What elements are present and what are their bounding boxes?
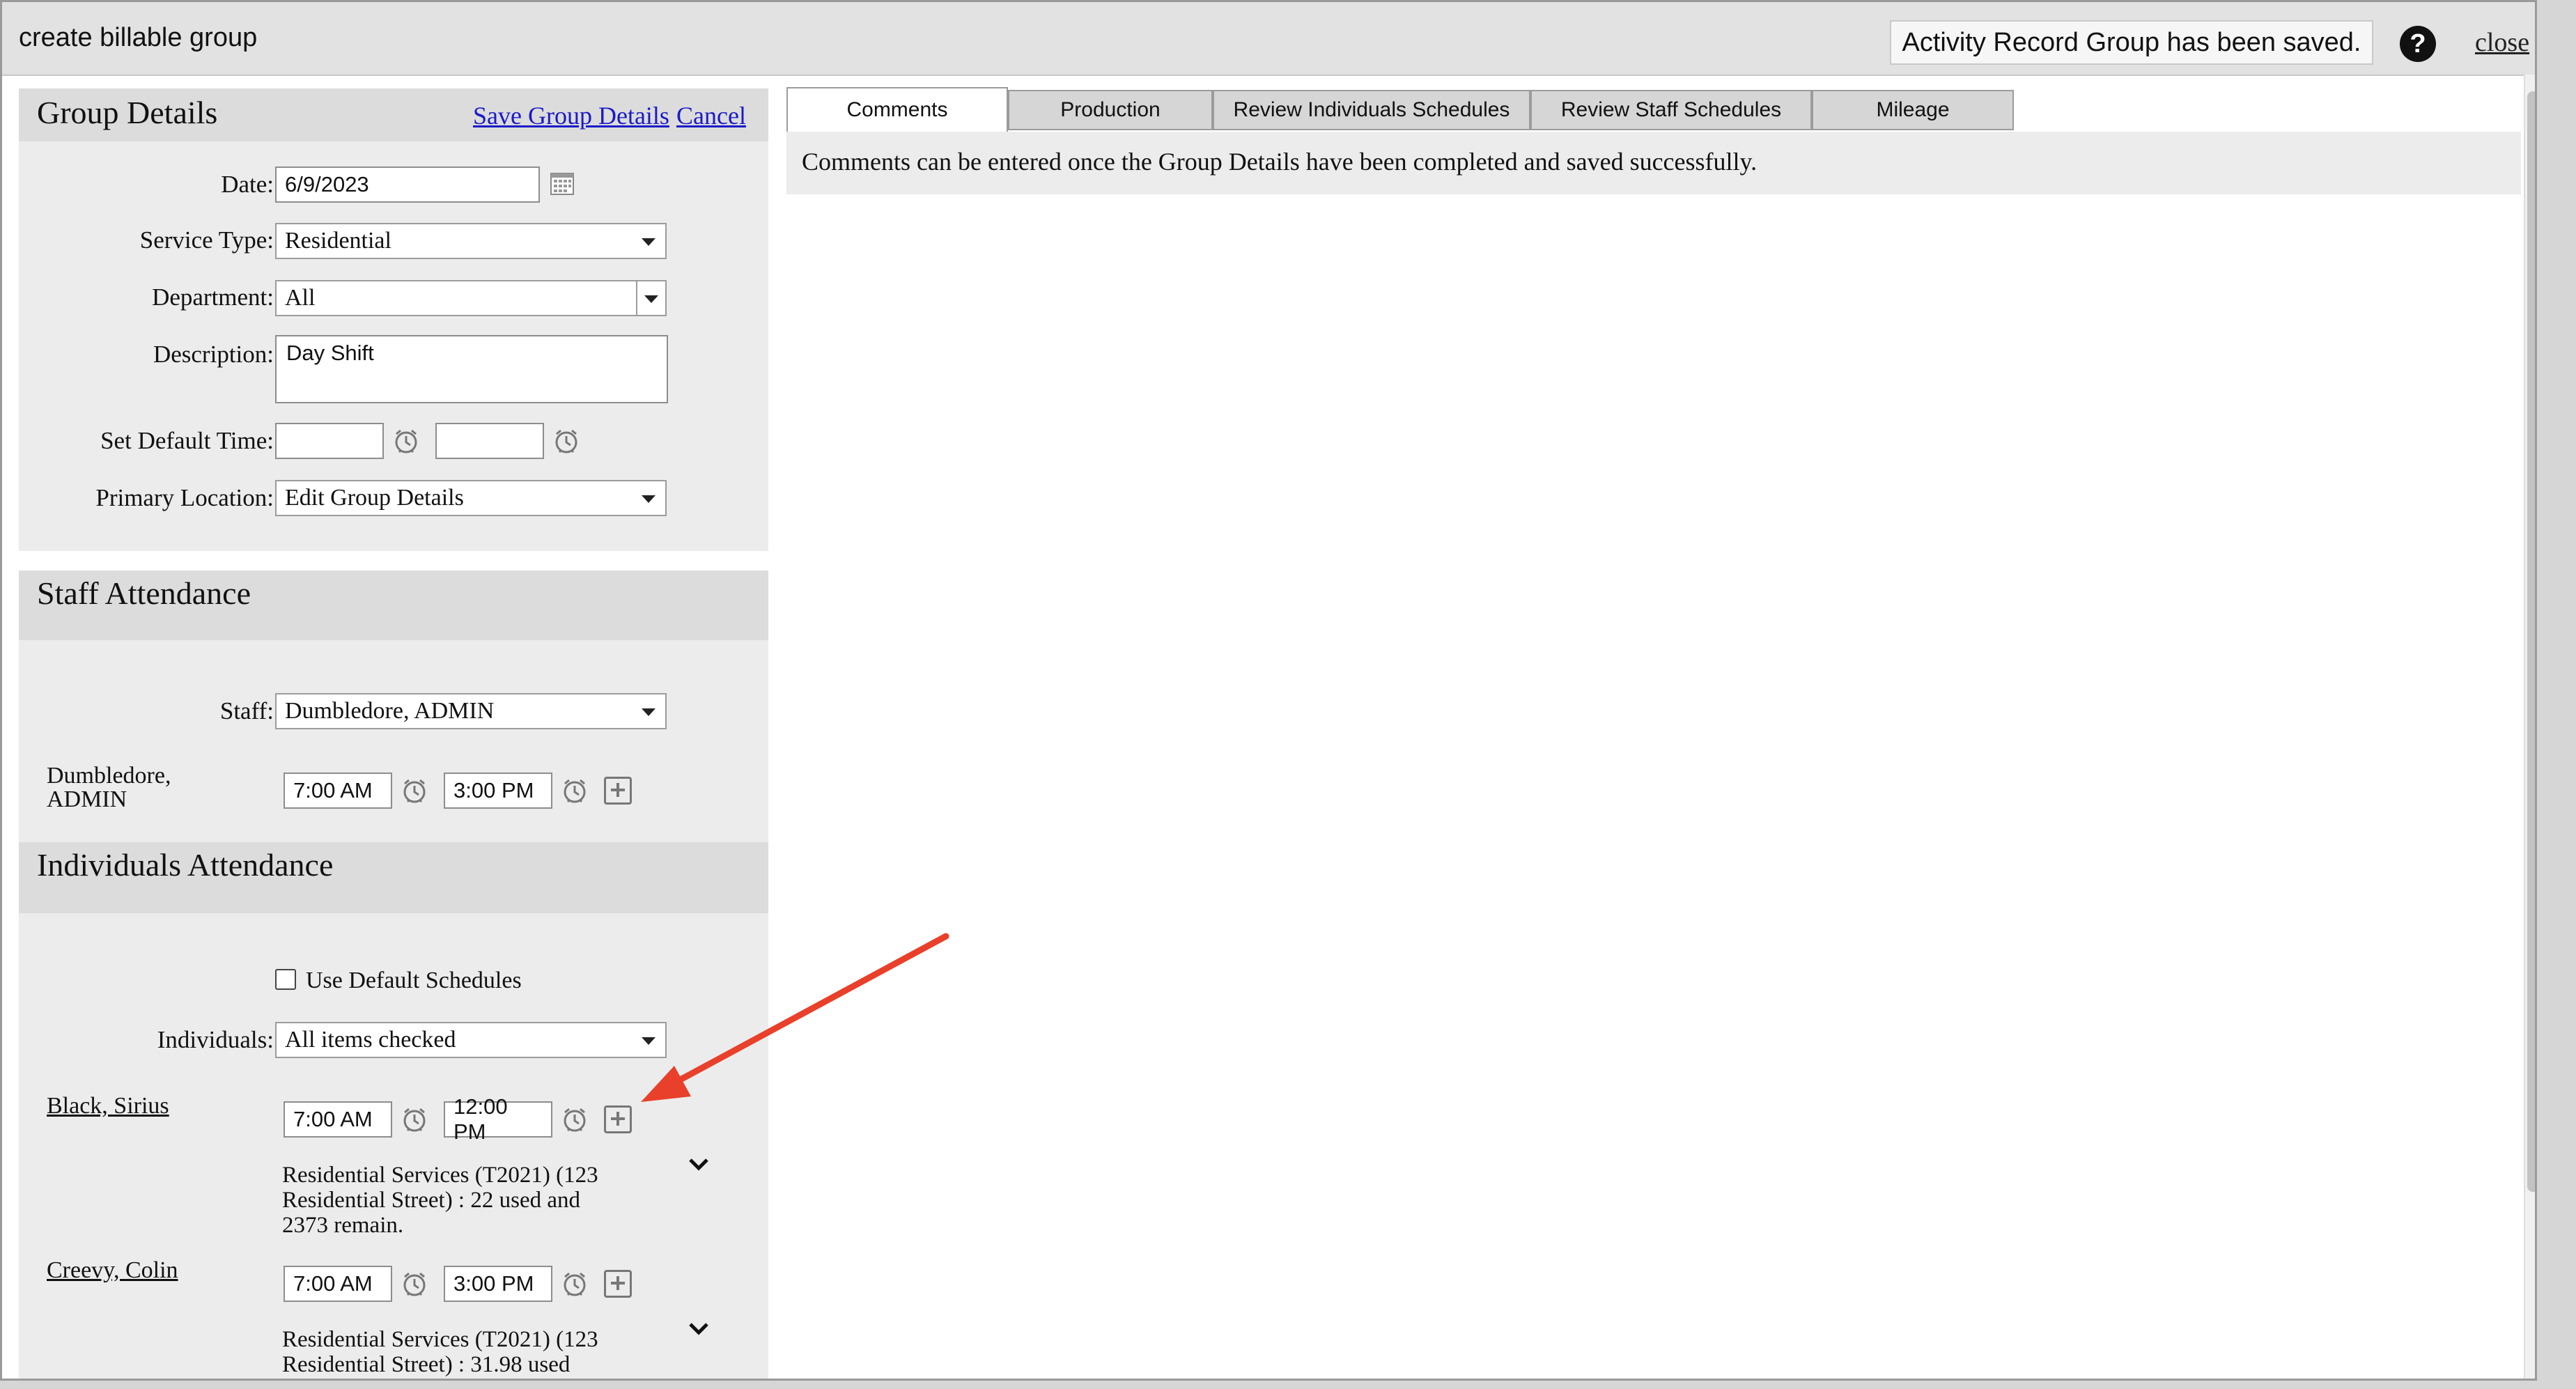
individual-name-link[interactable]: Black, Sirius: [47, 1093, 169, 1119]
individuals-attendance-heading: Individuals Attendance: [37, 847, 334, 883]
dialog-titlebar: create billable group Activity Record Gr…: [2, 2, 2535, 76]
comments-tab-content: Comments can be entered once the Group D…: [786, 132, 2521, 194]
staff-end-time-input[interactable]: 3:00 PM: [444, 773, 552, 809]
dialog-window: create billable group Activity Record Gr…: [0, 0, 2537, 1381]
clock-icon[interactable]: [561, 777, 589, 805]
add-staff-time-icon[interactable]: [604, 777, 632, 805]
primary-location-label: Primary Location:: [95, 484, 274, 511]
service-type-value: Residential: [285, 228, 391, 254]
comments-message: Comments can be entered once the Group D…: [802, 148, 1758, 176]
staff-attendance-panel: Staff Attendance Staff: Dumbledore, ADMI…: [19, 571, 768, 844]
tab-review-staff-schedules[interactable]: Review Staff Schedules: [1530, 90, 1812, 130]
department-select[interactable]: All: [275, 280, 667, 316]
description-label: Description:: [153, 341, 274, 368]
staff-select[interactable]: Dumbledore, ADMIN: [275, 693, 667, 729]
staff-name-line2: ADMIN: [47, 786, 127, 812]
staff-label: Staff:: [219, 697, 274, 724]
calendar-icon[interactable]: [550, 171, 575, 196]
department-value: All: [285, 285, 316, 311]
staff-name-line1: Dumbledore,: [47, 763, 171, 789]
staff-value: Dumbledore, ADMIN: [285, 698, 495, 724]
background-strip: [0, 1381, 2576, 1389]
group-details-panel: Group Details Save Group Details Cancel …: [19, 88, 768, 551]
date-label: Date:: [221, 171, 274, 198]
individuals-label: Individuals:: [157, 1026, 274, 1053]
add-individual-time-icon[interactable]: [604, 1270, 632, 1298]
staff-attendance-heading: Staff Attendance: [37, 575, 251, 611]
tab-comments[interactable]: Comments: [786, 87, 1008, 132]
expand-chevron-icon[interactable]: [685, 1319, 713, 1340]
service-type-label: Service Type:: [139, 226, 274, 254]
individuals-value: All items checked: [285, 1027, 456, 1053]
vertical-scrollbar[interactable]: [2524, 75, 2535, 1379]
clock-icon[interactable]: [401, 1270, 428, 1298]
service-info-line: 2373 remain.: [282, 1213, 404, 1238]
close-link[interactable]: close: [2475, 27, 2529, 58]
individual-name-link[interactable]: Creevy, Colin: [47, 1257, 178, 1284]
individual-end-time-input[interactable]: 12:00 PM: [444, 1094, 552, 1144]
primary-location-select[interactable]: Edit Group Details: [275, 480, 667, 516]
description-textarea[interactable]: Day Shift: [275, 335, 668, 403]
chevron-down-icon: [644, 295, 658, 303]
clock-icon[interactable]: [401, 777, 428, 805]
default-end-time-input[interactable]: [435, 423, 544, 459]
chevron-down-icon: [642, 238, 655, 246]
help-icon[interactable]: ?: [2400, 26, 2436, 62]
department-label: Department:: [152, 284, 274, 311]
set-default-time-label: Set Default Time:: [100, 427, 274, 454]
service-info-line: Residential Services (T2021) (123: [282, 1163, 598, 1188]
service-info-line: Residential Street) : 31.98 used: [282, 1352, 571, 1377]
individual-end-time-input[interactable]: 3:00 PM: [444, 1266, 552, 1302]
individuals-select[interactable]: All items checked: [275, 1022, 667, 1058]
save-group-details-link[interactable]: Save Group Details: [473, 101, 669, 130]
staff-start-time-input[interactable]: 7:00 AM: [284, 773, 392, 809]
clock-icon[interactable]: [401, 1105, 428, 1133]
individuals-attendance-panel: Individuals Attendance Use Default Sched…: [19, 842, 768, 1379]
chevron-down-icon: [642, 708, 655, 716]
saved-notification: Activity Record Group has been saved.: [1890, 20, 2373, 65]
service-info-line: Residential Street) : 22 used and: [282, 1188, 580, 1213]
clock-icon[interactable]: [392, 427, 420, 455]
use-default-schedules-checkbox[interactable]: [275, 969, 296, 990]
expand-chevron-icon[interactable]: [685, 1154, 713, 1175]
primary-location-value: Edit Group Details: [285, 485, 464, 511]
service-type-select[interactable]: Residential: [275, 223, 667, 259]
use-default-schedules-label[interactable]: Use Default Schedules: [306, 968, 522, 994]
clock-icon[interactable]: [552, 427, 580, 455]
clock-icon[interactable]: [561, 1105, 589, 1133]
individual-start-time-input[interactable]: 7:00 AM: [284, 1101, 392, 1138]
department-dropdown-button[interactable]: [636, 281, 665, 315]
service-info-line: Residential Services (T2021) (123: [282, 1327, 598, 1352]
chevron-down-icon: [642, 1037, 655, 1045]
cancel-link[interactable]: Cancel: [676, 101, 746, 130]
chevron-down-icon: [642, 495, 655, 503]
dialog-title: create billable group: [19, 23, 258, 52]
scrollbar-thumb[interactable]: [2527, 91, 2535, 1192]
individual-start-time-input[interactable]: 7:00 AM: [284, 1266, 392, 1302]
tab-production[interactable]: Production: [1008, 90, 1213, 130]
date-input[interactable]: 6/9/2023: [275, 166, 540, 203]
group-details-heading: Group Details: [37, 95, 218, 130]
tab-mileage[interactable]: Mileage: [1812, 90, 2014, 130]
default-start-time-input[interactable]: [275, 423, 384, 459]
add-individual-time-icon[interactable]: [604, 1105, 632, 1133]
clock-icon[interactable]: [561, 1270, 589, 1298]
tab-review-individuals-schedules[interactable]: Review Individuals Schedules: [1213, 90, 1530, 130]
